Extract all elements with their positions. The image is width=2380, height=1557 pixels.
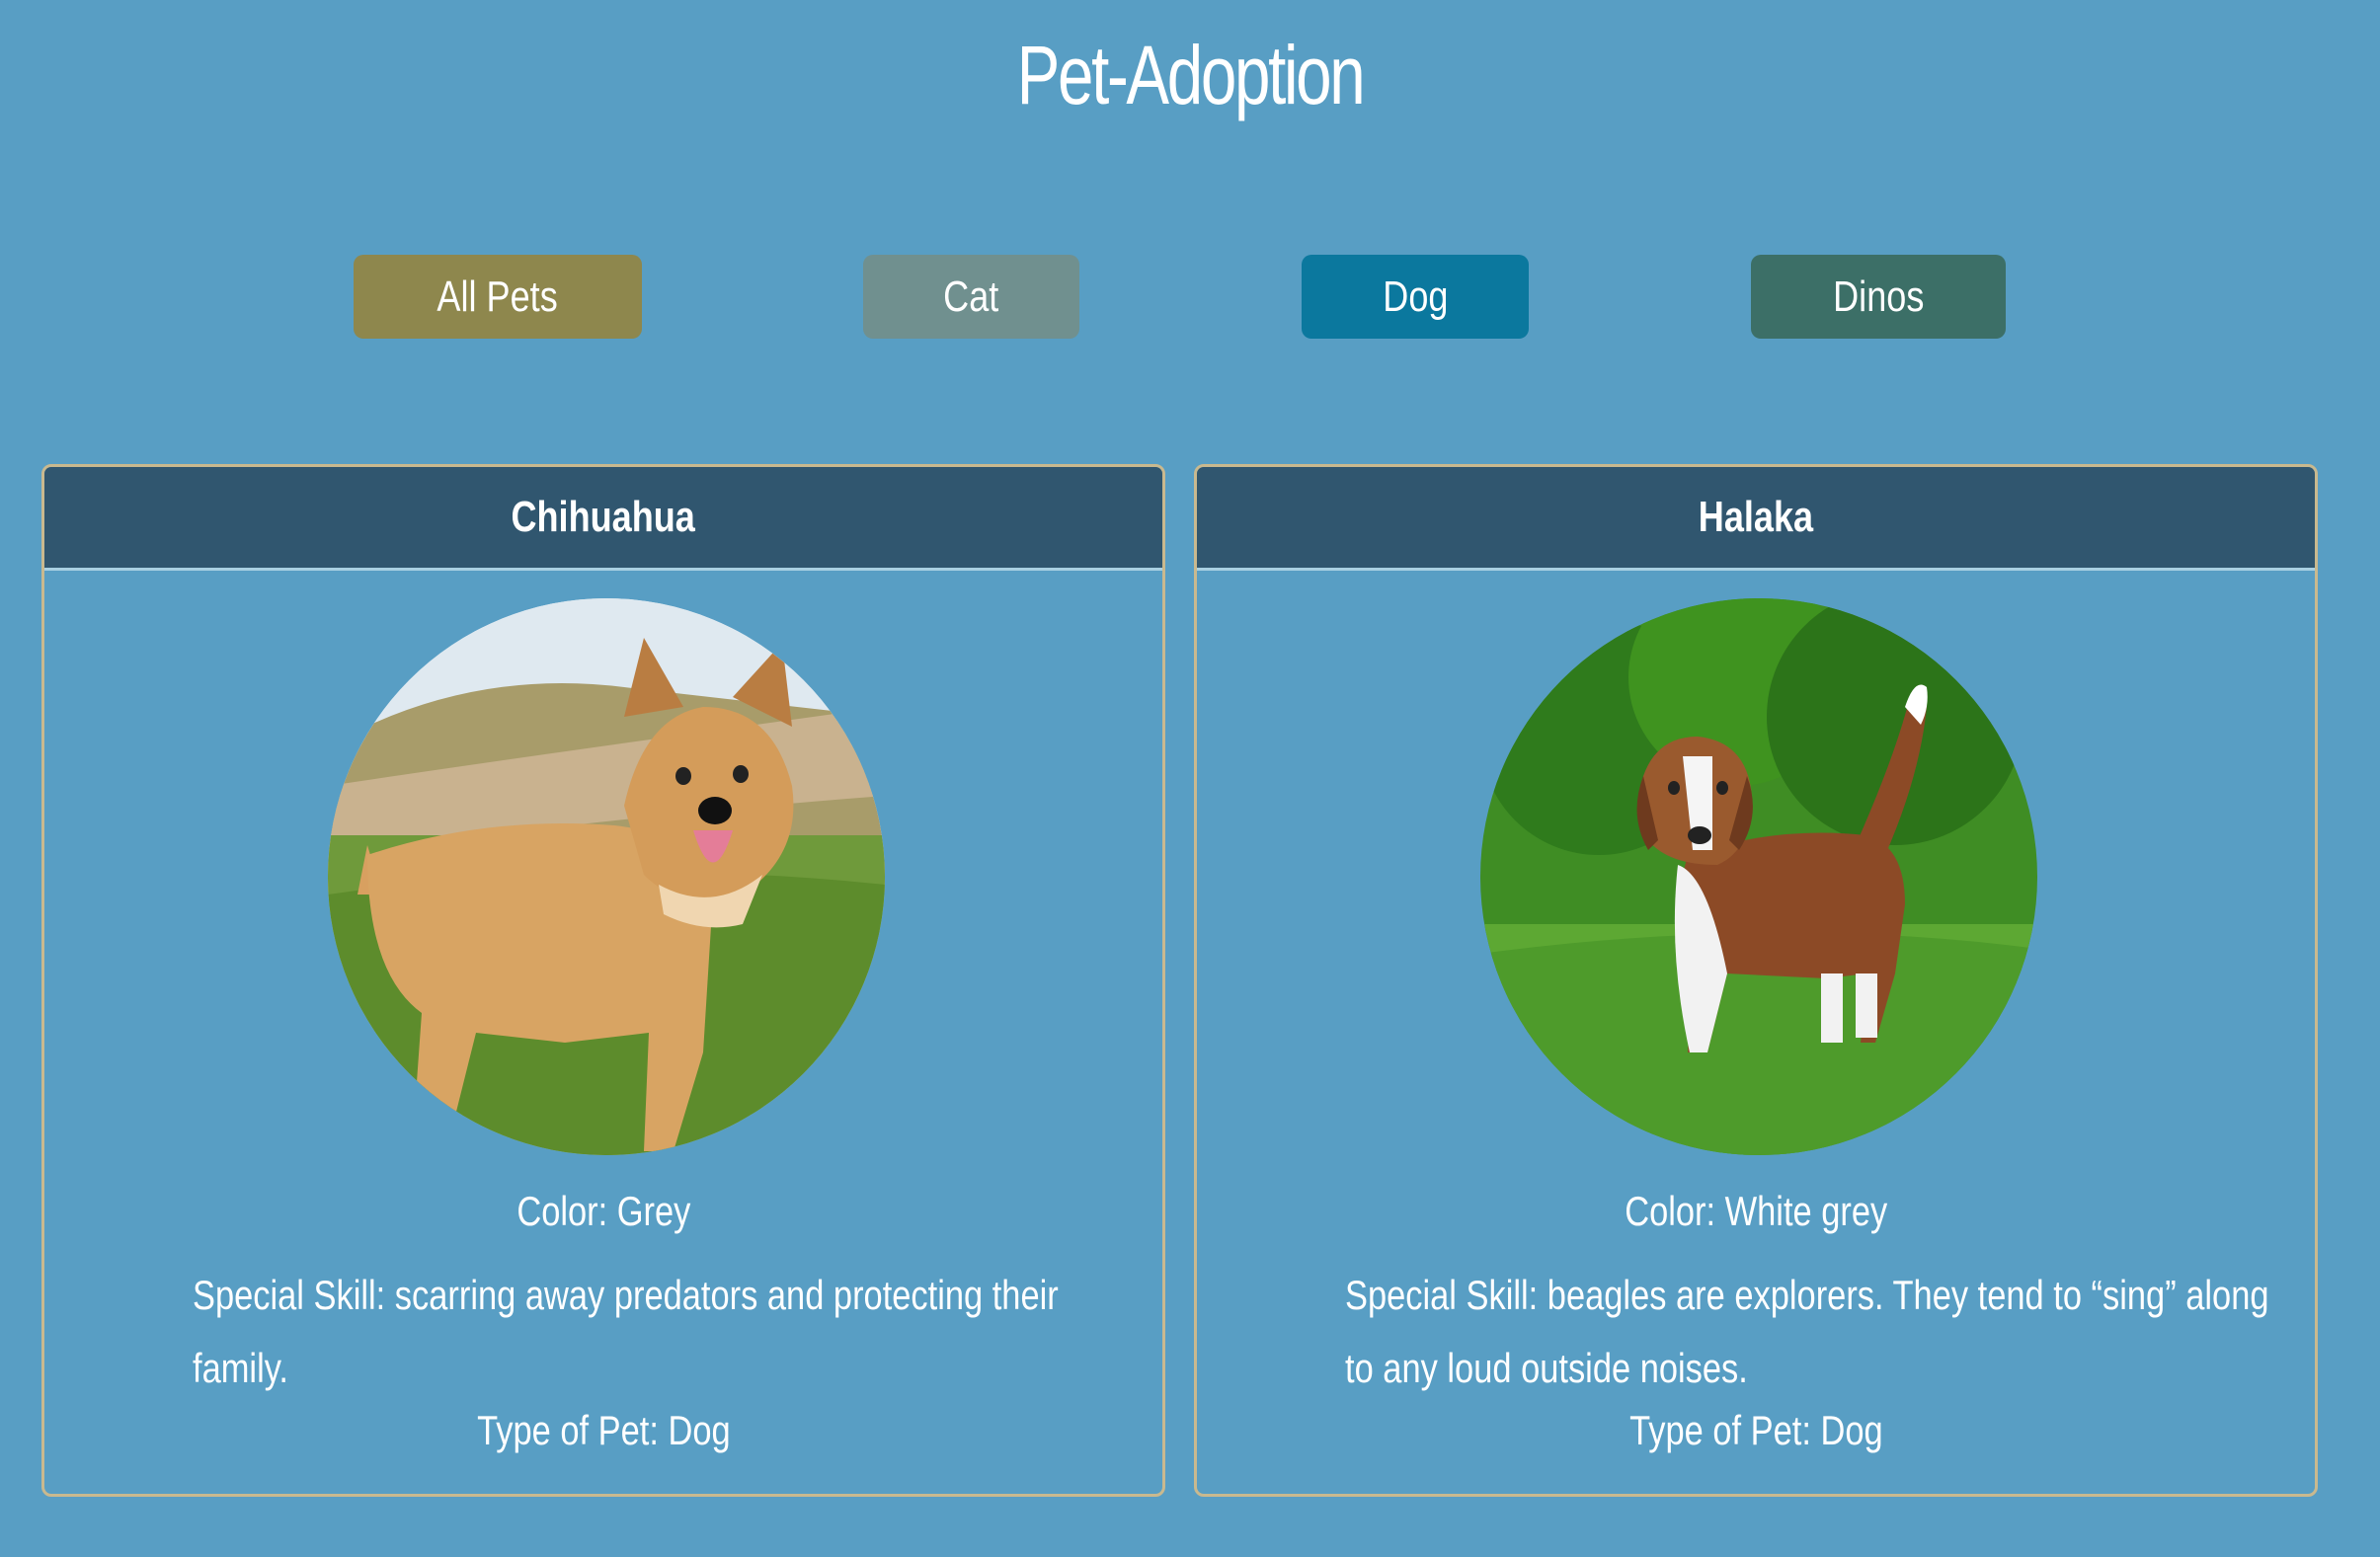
pet-color-text: Color: Grey xyxy=(516,1188,691,1234)
pet-card-header: Halaka xyxy=(1197,467,2315,571)
pet-card: Chihuahua Color: Grey Special Skill: sca… xyxy=(41,464,1165,1497)
pet-photo xyxy=(1480,598,2037,1155)
pet-type: Type of Pet: Dog xyxy=(44,1407,1162,1454)
page-title: Pet-Adoption xyxy=(1016,29,1366,121)
dinos-filter-button[interactable]: Dinos xyxy=(1751,255,2006,339)
pet-color: Color: Grey xyxy=(44,1188,1162,1235)
pet-color-text: Color: White grey xyxy=(1624,1188,1888,1234)
beagle-photo xyxy=(1480,598,2037,1155)
cat-filter-button[interactable]: Cat xyxy=(863,255,1079,339)
all-pets-button-label: All Pets xyxy=(436,272,559,321)
pet-type-text: Type of Pet: Dog xyxy=(1628,1407,1883,1453)
dinos-filter-button-label: Dinos xyxy=(1832,272,1925,321)
all-pets-button[interactable]: All Pets xyxy=(354,255,642,339)
pet-skill: Special Skill: scarring away predators a… xyxy=(193,1259,1121,1405)
dog-filter-button[interactable]: Dog xyxy=(1302,255,1529,339)
pet-photo xyxy=(328,598,885,1155)
pet-skill: Special Skill: beagles are explorers. Th… xyxy=(1345,1259,2273,1405)
pet-skill-text: Special Skill: scarring away predators a… xyxy=(193,1272,1059,1391)
tan-dog-photo xyxy=(328,598,885,1155)
pet-card: Halaka Color: White grey Special Skill: … xyxy=(1194,464,2318,1497)
pet-skill-text: Special Skill: beagles are explorers. Th… xyxy=(1345,1272,2269,1391)
pet-color: Color: White grey xyxy=(1197,1188,2315,1235)
filter-bar: All Pets Cat Dog Dinos xyxy=(0,255,2380,339)
pet-name: Chihuahua xyxy=(511,493,696,541)
pet-name: Halaka xyxy=(1698,493,1814,541)
pet-type-text: Type of Pet: Dog xyxy=(476,1407,731,1453)
dog-filter-button-label: Dog xyxy=(1382,272,1449,321)
cat-filter-button-label: Cat xyxy=(943,272,999,321)
pet-type: Type of Pet: Dog xyxy=(1197,1407,2315,1454)
pet-card-header: Chihuahua xyxy=(44,467,1162,571)
